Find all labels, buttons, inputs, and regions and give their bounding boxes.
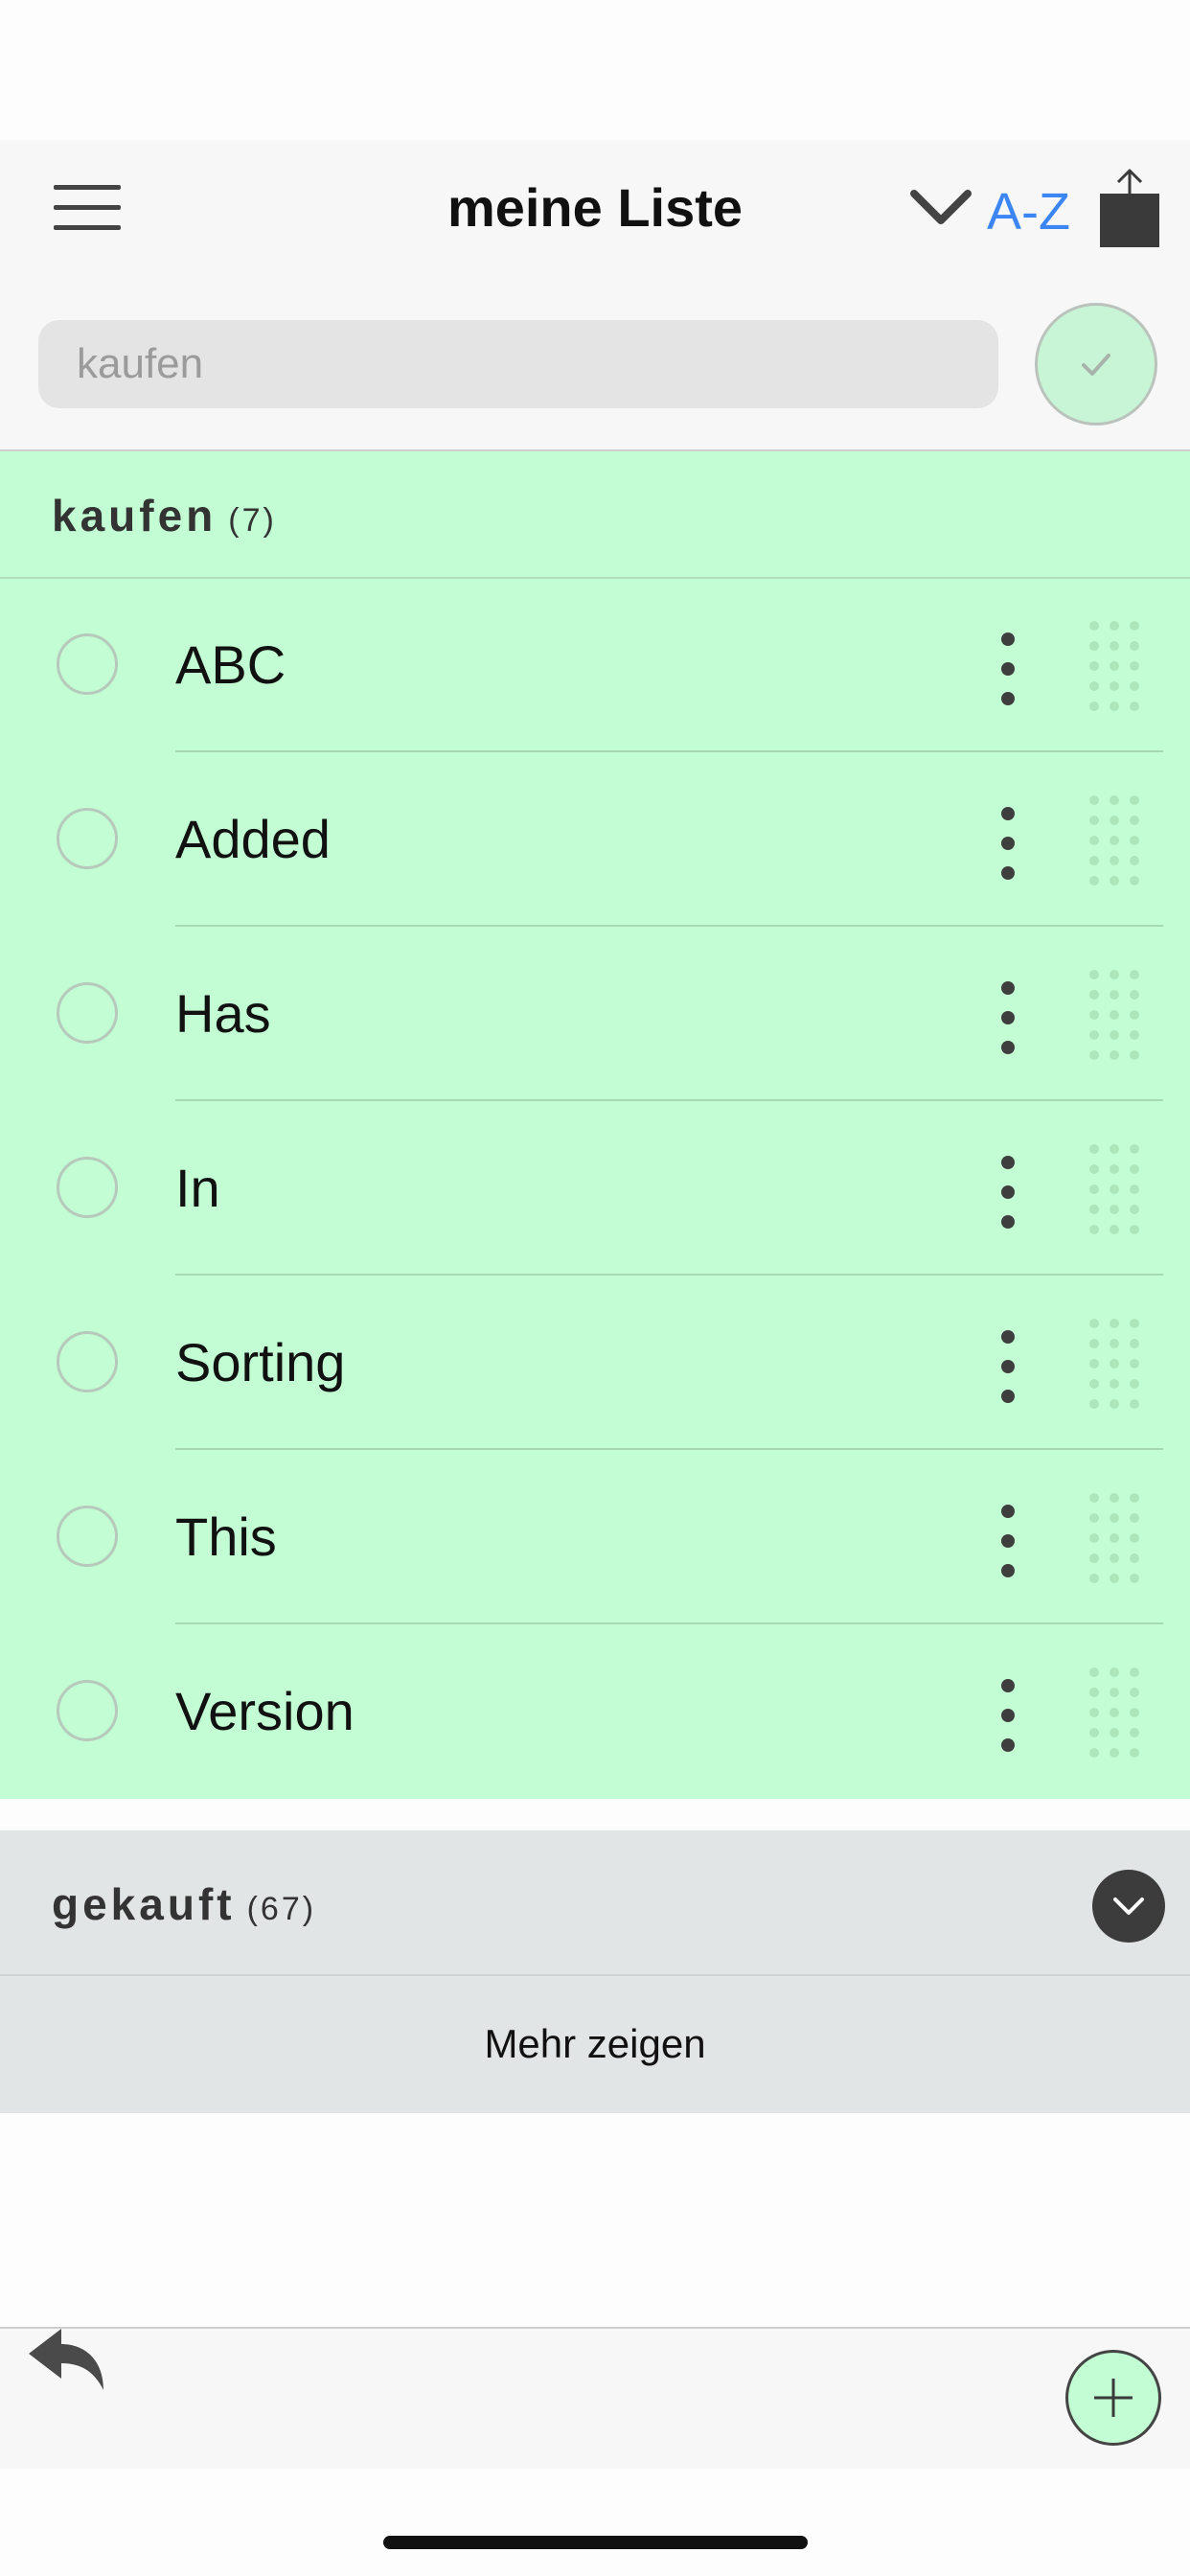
bought-section-header[interactable]: gekauft (67) [0, 1830, 1190, 1976]
item-count: (67) [246, 1891, 317, 1927]
item-checkbox[interactable] [57, 1506, 118, 1567]
to-buy-section-header: kaufen (7) [0, 451, 1190, 579]
drag-handle-icon[interactable] [1083, 1141, 1150, 1237]
item-checkbox[interactable] [57, 633, 118, 695]
drag-handle-icon[interactable] [1083, 1665, 1150, 1760]
plus-icon [1094, 2379, 1133, 2417]
drag-handle-icon[interactable] [1083, 1316, 1150, 1412]
checkmark-icon [1082, 354, 1110, 376]
sort-label: A-Z [987, 183, 1070, 241]
item-checkbox[interactable] [57, 1157, 118, 1218]
list-item[interactable]: Added [0, 752, 1190, 927]
item-label: Sorting [175, 1332, 346, 1392]
more-options-icon[interactable] [987, 631, 1029, 707]
more-options-icon[interactable] [987, 1503, 1029, 1579]
share-icon [1100, 169, 1159, 247]
list-item[interactable]: Sorting [0, 1276, 1190, 1450]
drag-handle-icon[interactable] [1083, 1490, 1150, 1586]
sort-button[interactable]: A-Z [910, 172, 1087, 249]
item-label: ABC [175, 634, 286, 695]
item-checkbox[interactable] [57, 982, 118, 1044]
section-title: gekauft [52, 1879, 236, 1929]
item-label: This [175, 1506, 277, 1567]
item-count: (7) [228, 502, 277, 539]
more-options-icon[interactable] [987, 1677, 1029, 1754]
bought-section: gekauft (67) Mehr zeigen [0, 1830, 1190, 2113]
confirm-button[interactable] [1035, 303, 1157, 426]
item-checkbox[interactable] [57, 1680, 118, 1741]
more-options-icon[interactable] [987, 979, 1029, 1056]
drag-handle-icon[interactable] [1083, 618, 1150, 714]
item-checkbox[interactable] [57, 808, 118, 869]
item-label: In [175, 1158, 220, 1218]
undo-arrow-icon [29, 2329, 103, 2390]
chevron-down-icon [1113, 1898, 1144, 1915]
drag-handle-icon[interactable] [1083, 793, 1150, 888]
search-input[interactable] [38, 320, 998, 408]
more-options-icon[interactable] [987, 805, 1029, 882]
list-item[interactable]: ABC [0, 578, 1190, 752]
bottom-toolbar [0, 2327, 1190, 2469]
home-indicator [383, 2536, 808, 2549]
list-item[interactable]: Has [0, 927, 1190, 1101]
list-item[interactable]: Version [0, 1624, 1190, 1799]
item-label: Added [175, 809, 331, 869]
item-checkbox[interactable] [57, 1331, 118, 1392]
chevron-down-icon [910, 190, 972, 224]
expand-toggle-button[interactable] [1092, 1870, 1165, 1943]
add-item-button[interactable] [1065, 2350, 1161, 2446]
list-item[interactable]: This [0, 1450, 1190, 1624]
item-label: Has [175, 983, 271, 1044]
item-label: Version [175, 1681, 355, 1741]
to-buy-section: kaufen (7) ABC Added Has In Sorting This Versio… [0, 451, 1190, 1799]
drag-handle-icon[interactable] [1083, 967, 1150, 1063]
more-options-icon[interactable] [987, 1328, 1029, 1405]
section-title: kaufen [52, 491, 217, 540]
list-item[interactable]: In [0, 1101, 1190, 1276]
more-options-icon[interactable] [987, 1154, 1029, 1230]
share-button[interactable] [1092, 165, 1169, 249]
undo-button[interactable] [25, 2317, 111, 2394]
show-more-button[interactable]: Mehr zeigen [0, 1976, 1190, 2112]
